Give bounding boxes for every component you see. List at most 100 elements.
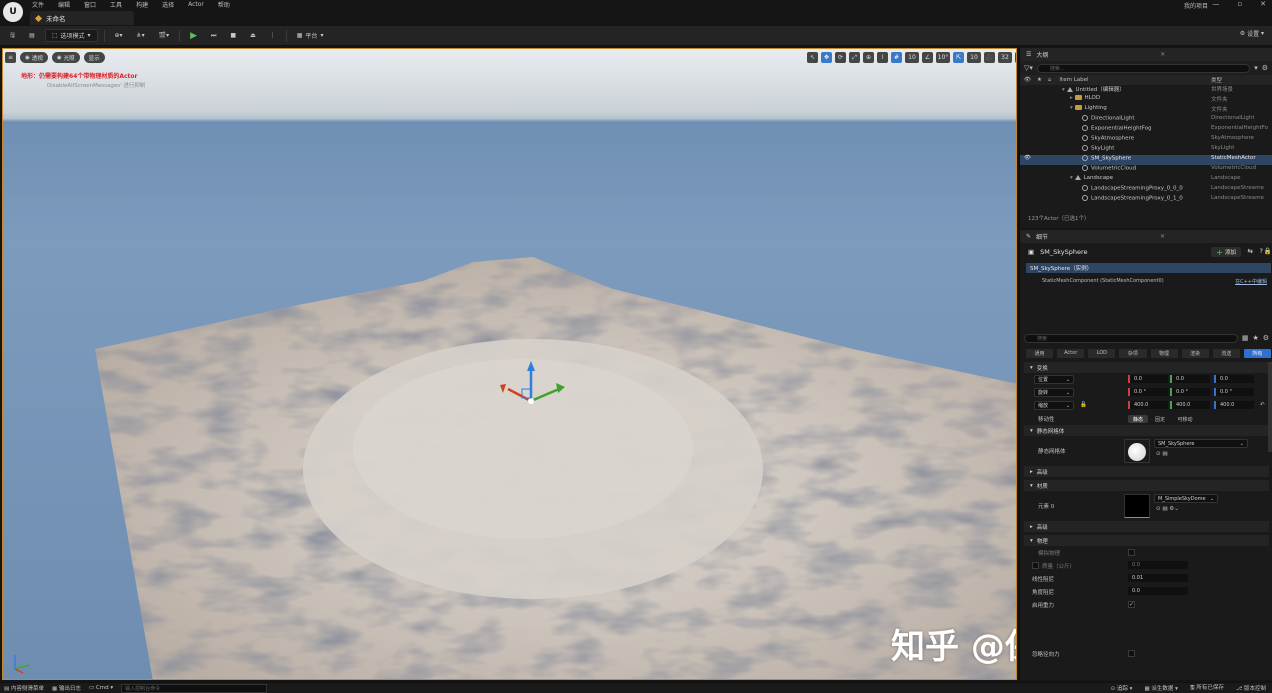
save-all-button[interactable]: 🖫 所有已保存 <box>1190 683 1224 693</box>
tab-general[interactable]: 通用 <box>1026 348 1054 358</box>
camera-speed-icon[interactable]: 🎥 <box>984 52 995 63</box>
select-icon[interactable]: ↖ <box>807 52 818 63</box>
material-thumbnail[interactable] <box>1124 494 1150 518</box>
rotation-x[interactable]: 0.0 ° <box>1128 388 1168 396</box>
tab-misc[interactable]: 杂项 <box>1119 348 1147 358</box>
perspective-button[interactable]: ◉ 透视 <box>20 52 48 63</box>
tab-rendering[interactable]: 渲染 <box>1181 348 1209 358</box>
menu-build[interactable]: 构建 <box>136 0 148 9</box>
viewport-menu-icon[interactable]: ≡ <box>5 52 16 63</box>
camera-speed-value[interactable]: 32 <box>998 52 1012 63</box>
cmd-dropdown[interactable]: ▭ Cmd ▾ <box>89 685 113 691</box>
tree-row-heightfog[interactable]: ExponentialHeightFog ExponentialHeightFo <box>1020 125 1272 135</box>
menu-actor[interactable]: Actor <box>188 1 204 8</box>
reset-icon[interactable]: ↶ <box>1260 402 1265 408</box>
menu-edit[interactable]: 编辑 <box>58 0 70 9</box>
actor-name[interactable]: SM_SkySphere <box>1040 248 1087 256</box>
col-item-label[interactable]: Item Label <box>1059 77 1088 83</box>
rotation-z[interactable]: 0.0 ° <box>1214 388 1254 396</box>
section-advanced-materials[interactable]: ▸ 高级 <box>1024 521 1269 532</box>
eye-icon[interactable]: 👁 <box>1024 155 1031 161</box>
help-icon[interactable]: ? <box>1260 247 1263 255</box>
source-control-button[interactable]: ⎇ 版本控制 <box>1236 684 1266 692</box>
stop-icon[interactable]: ■ <box>226 29 240 43</box>
add-content-button[interactable]: ⊕▾ <box>111 29 127 43</box>
static-mesh-picker[interactable]: SM_SkySphere ⌄ <box>1154 439 1248 448</box>
tab-all[interactable]: 所有 <box>1243 348 1271 358</box>
material-picker[interactable]: M_SimpleSkyDome ⌄ <box>1154 494 1218 503</box>
favorite-icon[interactable]: ★ <box>1252 334 1258 342</box>
settings-button[interactable]: ⚙ 设置 ▾ <box>1240 29 1264 38</box>
ignore-radial-checkbox[interactable] <box>1128 650 1135 657</box>
tree-row-volumetriccloud[interactable]: VolumetricCloud VolumetricCloud <box>1020 165 1272 175</box>
filter-icon[interactable]: ▽▾ <box>1024 64 1033 72</box>
section-advanced[interactable]: ▸ 高级 <box>1024 466 1269 477</box>
tab-lod[interactable]: LOD <box>1088 348 1116 358</box>
browse-material-icon[interactable]: ⊙ ▤ ⚙⌄ <box>1156 506 1179 512</box>
col-type[interactable]: 类型 <box>1211 76 1222 84</box>
tab-streaming[interactable]: 流送 <box>1212 348 1240 358</box>
mass-input[interactable]: 0.0 <box>1128 561 1188 569</box>
tab-outliner[interactable]: ☰ 大纲 ✕ <box>1020 48 1272 61</box>
grid-snap-icon[interactable]: # <box>891 52 902 63</box>
tree-row-lighting[interactable]: ▾ Lighting 文件夹 <box>1020 105 1272 115</box>
grid-snap-value[interactable]: 10 <box>905 52 919 63</box>
scale-x[interactable]: 400.0 <box>1128 401 1168 409</box>
lock-icon[interactable]: 🔒 <box>1264 247 1272 255</box>
tree-row-skysphere[interactable]: 👁 SM_SkySphere StaticMeshActor <box>1020 155 1272 165</box>
table-view-icon[interactable]: ▦ <box>1242 334 1249 342</box>
enable-gravity-checkbox[interactable]: ✓ <box>1128 601 1135 608</box>
angular-damping-input[interactable]: 0.0 <box>1128 587 1188 595</box>
details-scrollbar[interactable] <box>1268 362 1272 452</box>
close-icon[interactable]: ✕ <box>1160 51 1165 58</box>
console-command-input[interactable]: 输入控制台命令 <box>121 683 268 693</box>
world-icon[interactable]: ⊕ <box>863 52 874 63</box>
close-icon[interactable]: ✕ <box>1160 233 1165 240</box>
tree-row-skylight[interactable]: SkyLight SkyLight <box>1020 145 1272 155</box>
step-icon[interactable]: ⏭ <box>207 29 220 43</box>
derived-data-button[interactable]: ▦ 派生数据 ▾ <box>1144 684 1177 692</box>
trace-button[interactable]: ⊙ 追踪 ▾ <box>1111 684 1133 692</box>
scale-icon[interactable]: ⤢ <box>849 52 860 63</box>
section-physics[interactable]: ▾ 物理 <box>1024 535 1269 546</box>
save-icon[interactable]: 🖫 <box>6 29 19 43</box>
maximize-viewport-icon[interactable]: ⊞ <box>1015 52 1016 63</box>
output-log-button[interactable]: ▦ 输出日志 <box>52 684 81 692</box>
show-button[interactable]: 显示 <box>83 52 105 63</box>
tree-row-streamingproxy-1[interactable]: LandscapeStreamingProxy_0_1_0 LandscapeSt… <box>1020 195 1272 205</box>
scale-z[interactable]: 400.0 <box>1214 401 1254 409</box>
location-z[interactable]: 0.0 <box>1214 375 1254 383</box>
tree-row-world[interactable]: ▾ Untitled（编辑器） 世界场景 <box>1020 85 1272 95</box>
tree-row-streamingproxy-0[interactable]: LandscapeStreamingProxy_0_0_0 LandscapeSt… <box>1020 185 1272 195</box>
tab-actor[interactable]: Actor <box>1057 348 1085 358</box>
add-component-button[interactable]: + 添加 <box>1211 247 1241 257</box>
tree-row-directionallight[interactable]: DirectionalLight DirectionalLight <box>1020 115 1272 125</box>
location-y[interactable]: 0.0 <box>1170 375 1210 383</box>
menu-file[interactable]: 文件 <box>32 0 44 9</box>
menu-help[interactable]: 帮助 <box>218 0 230 9</box>
rotate-icon[interactable]: ⟳ <box>835 52 846 63</box>
blueprint-icon[interactable]: ⇆ <box>1248 247 1253 255</box>
maximize-button[interactable]: ▫ <box>1237 0 1242 8</box>
menu-tools[interactable]: 工具 <box>110 0 122 9</box>
tree-row-hlod[interactable]: ▸ HLOD 文件夹 <box>1020 95 1272 105</box>
rotation-y[interactable]: 0.0 ° <box>1170 388 1210 396</box>
cinematics-button[interactable]: 🎬▾ <box>155 29 173 43</box>
scale-y[interactable]: 400.0 <box>1170 401 1210 409</box>
blueprint-button[interactable]: ⋔▾ <box>133 29 149 43</box>
scale-snap-value[interactable]: 10 <box>967 52 981 63</box>
rotation-snap-value[interactable]: 10° <box>936 52 950 63</box>
outliner-search-input[interactable]: 搜索... <box>1036 63 1251 73</box>
content-drawer-button[interactable]: ▤ 内容侧滑菜单 <box>4 684 44 692</box>
more-options-icon[interactable]: ⋮ <box>266 29 280 43</box>
scale-snap-icon[interactable]: ⇱ <box>953 52 964 63</box>
linear-damping-input[interactable]: 0.01 <box>1128 574 1188 582</box>
component-root[interactable]: SM_SkySphere（实例） <box>1026 263 1271 273</box>
edit-in-cpp-link[interactable]: 在C++中编辑 <box>1235 278 1267 285</box>
add-filter-icon[interactable]: ▾ <box>1254 64 1258 72</box>
location-x[interactable]: 0.0 <box>1128 375 1168 383</box>
browse-icon[interactable]: ▤ <box>25 29 39 43</box>
component-static-mesh[interactable]: StaticMeshComponent (StaticMeshComponent… <box>1026 276 1271 286</box>
tree-row-landscape[interactable]: ▾ Landscape Landscape <box>1020 175 1272 185</box>
platform-button[interactable]: ▦ 平台 ▾ <box>293 29 328 43</box>
